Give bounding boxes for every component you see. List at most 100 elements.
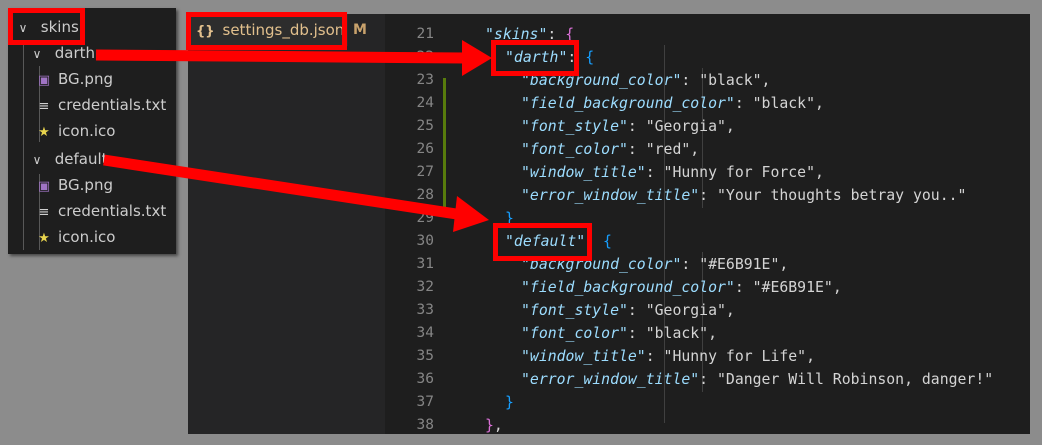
tree-file[interactable]: ≡ credentials.txt: [36, 198, 167, 224]
json-punct: :: [627, 325, 646, 342]
line-number: 31: [416, 256, 434, 272]
json-value: "#E6B91E": [752, 279, 833, 296]
line-number: 29: [416, 210, 434, 226]
json-punct: ,: [493, 417, 503, 434]
folder-label: darth: [54, 44, 96, 62]
code-line-35: "window_title": "Hunny for Life",: [521, 345, 815, 368]
json-punct: :: [627, 302, 646, 319]
json-key: "field_background_color": [521, 279, 735, 296]
json-punct: ,: [708, 325, 718, 342]
code-line-34: "font_color": "black",: [521, 322, 717, 345]
json-brace: }: [505, 394, 514, 411]
json-punct: :: [645, 164, 664, 181]
json-punct: ,: [832, 279, 842, 296]
json-value: "Hunny for Force": [663, 164, 815, 181]
json-punct: :: [681, 256, 700, 273]
line-number: 33: [416, 302, 434, 318]
json-key: "font_color": [521, 325, 628, 342]
text-file-icon: ≡: [38, 205, 50, 220]
code-area[interactable]: 21 22 23 24 25 26 27 28 29 30 31 32 33 3…: [385, 14, 1030, 434]
json-key: "font_color": [521, 141, 628, 158]
json-key: "error_window_title": [521, 187, 700, 204]
star-icon: ★: [38, 125, 50, 140]
json-punct: ,: [815, 95, 824, 112]
highlight-box-default: [493, 223, 592, 261]
json-punct: :: [645, 348, 664, 365]
tree-folder-default[interactable]: ∨ default: [30, 146, 108, 172]
json-punct: ,: [725, 302, 735, 319]
json-punct: ,: [806, 348, 816, 365]
json-value: "black": [699, 72, 762, 89]
code-line-36: "error_window_title": "Danger Will Robin…: [521, 368, 993, 391]
highlight-box-tab: [186, 12, 347, 50]
star-icon: ★: [38, 231, 50, 246]
file-label: BG.png: [58, 176, 113, 194]
json-value: "black": [645, 325, 709, 342]
code-line-25: "font_style": "Georgia",: [521, 115, 735, 138]
line-number: 30: [416, 233, 434, 249]
json-punct: :: [627, 118, 646, 135]
code-line-27: "window_title": "Hunny for Force",: [521, 161, 824, 184]
code-line-26: "font_color": "red",: [521, 138, 699, 161]
json-value: "#E6B91E": [699, 256, 780, 273]
tree-indent-guide: [23, 40, 24, 250]
json-brace: }: [485, 417, 494, 434]
json-brace: {: [603, 233, 612, 250]
line-number: 28: [416, 187, 434, 203]
code-line-33: "font_style": "Georgia",: [521, 299, 735, 322]
json-punct: ,: [761, 72, 771, 89]
json-punct: :: [681, 72, 700, 89]
json-value: "Georgia": [645, 118, 726, 135]
json-punct: ,: [725, 118, 735, 135]
json-key: "window_title": [521, 348, 646, 365]
line-number: 32: [416, 279, 434, 295]
tree-file[interactable]: ★ icon.ico: [36, 224, 115, 250]
json-value: "black": [752, 95, 815, 112]
json-punct: :: [627, 141, 646, 158]
json-punct: :: [699, 187, 717, 204]
image-icon: ▣: [37, 179, 51, 194]
json-value: "Georgia": [645, 302, 726, 319]
line-number: 25: [416, 118, 434, 134]
file-label: credentials.txt: [58, 202, 167, 220]
code-line-38: },: [485, 414, 503, 434]
line-number: 38: [416, 417, 434, 433]
line-number: 26: [416, 141, 434, 157]
tree-file[interactable]: ▣ BG.png: [36, 66, 113, 92]
json-punct: :: [699, 371, 717, 388]
tree-file[interactable]: ≡ credentials.txt: [36, 92, 167, 118]
code-line-37: }: [505, 391, 514, 414]
json-value: "Danger Will Robinson, danger!": [717, 371, 994, 388]
text-file-icon: ≡: [38, 99, 50, 114]
json-key: "error_window_title": [521, 371, 700, 388]
code-line-28: "error_window_title": "Your thoughts bet…: [521, 184, 966, 207]
line-number: 34: [416, 325, 434, 341]
file-label: icon.ico: [58, 122, 116, 140]
file-label: credentials.txt: [58, 96, 167, 114]
modified-badge: M: [353, 22, 367, 38]
line-number: 37: [416, 394, 434, 410]
line-number: 21: [416, 26, 434, 42]
line-number: 35: [416, 348, 434, 364]
json-punct: :: [734, 279, 753, 296]
json-key: "font_style": [521, 302, 628, 319]
json-punct: :: [734, 95, 753, 112]
tree-file[interactable]: ★ icon.ico: [36, 118, 115, 144]
json-punct: ,: [815, 164, 824, 181]
line-number: 24: [416, 95, 434, 111]
json-punct: ,: [779, 256, 789, 273]
highlight-box-skins: [8, 8, 85, 45]
faded-background-text: ⎯ ⎯⎯⎯⎯: [200, 50, 243, 65]
tree-file[interactable]: ▣ BG.png: [36, 172, 113, 198]
json-punct: ,: [690, 141, 700, 158]
folder-label: default: [54, 150, 108, 168]
line-number: 22: [416, 49, 434, 65]
json-key: "field_background_color": [521, 95, 735, 112]
code-editor-panel: {} settings_db.json M ⎯ ⎯⎯⎯⎯ 21 22 23 24 …: [188, 14, 1030, 434]
json-value: "Hunny for Life": [663, 348, 807, 365]
image-icon: ▣: [37, 73, 51, 88]
json-key: "font_style": [521, 118, 628, 135]
json-key: "window_title": [521, 164, 646, 181]
code-line-24: "field_background_color": "black",: [521, 92, 824, 115]
editor-side-pane: {} settings_db.json M ⎯ ⎯⎯⎯⎯: [188, 14, 385, 434]
